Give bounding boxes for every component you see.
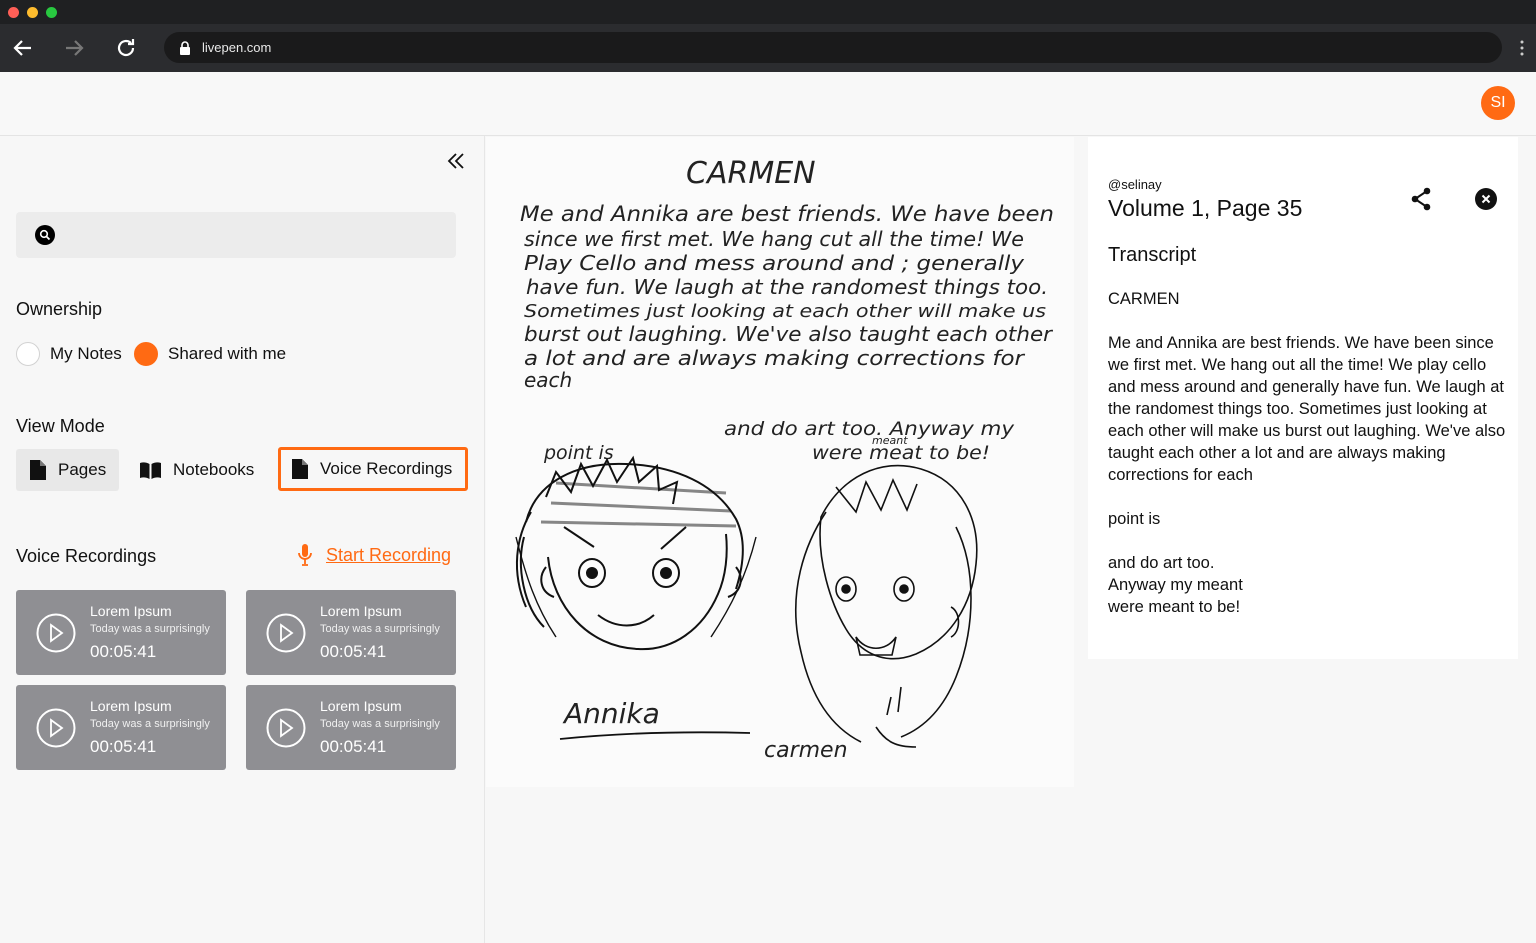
play-icon[interactable]: [36, 613, 76, 653]
sidebar: Ownership My Notes Shared with me View M…: [0, 136, 485, 943]
recording-card[interactable]: Lorem Ipsum Today was a surprisingly 00:…: [246, 685, 456, 770]
recording-snippet: Today was a surprisingly: [320, 718, 440, 730]
handwriting-point-is: point is: [543, 442, 614, 464]
note-title: Volume 1, Page 35: [1108, 195, 1303, 221]
handwriting-art-line: were meat to be!: [812, 442, 990, 464]
handwriting-line: each: [524, 368, 572, 392]
book-icon: [140, 461, 161, 479]
play-icon[interactable]: [266, 708, 306, 748]
radio-circle[interactable]: [16, 342, 40, 366]
ownership-label: Ownership: [16, 299, 103, 319]
url-text: livepen.com: [202, 40, 272, 55]
view-mode-pages-button[interactable]: Pages: [16, 449, 119, 491]
recording-card[interactable]: Lorem Ipsum Today was a surprisingly 00:…: [16, 685, 226, 770]
recording-duration: 00:05:41: [320, 642, 387, 661]
handwriting-name-carmen: carmen: [764, 738, 848, 763]
back-icon[interactable]: [11, 36, 35, 60]
close-window-button[interactable]: [8, 6, 19, 18]
browser-chrome: livepen.com: [0, 0, 1536, 72]
handwriting-line: since we first met. We hang cut all the …: [524, 227, 1024, 251]
start-recording-label: Start Recording: [326, 544, 452, 565]
transcript-heading: Transcript: [1108, 244, 1197, 266]
browser-menu-icon[interactable]: [1520, 40, 1524, 56]
lock-icon: [180, 40, 190, 55]
view-mode-notebooks-button[interactable]: Notebooks: [140, 449, 268, 491]
recording-card[interactable]: Lorem Ipsum Today was a surprisingly 00:…: [246, 590, 456, 675]
handwriting-art-line: and do art too. Anyway my: [724, 418, 1015, 440]
voice-recordings-label: Voice Recordings: [16, 546, 157, 566]
app-header: SI: [0, 72, 1536, 136]
radio-my-notes[interactable]: My Notes: [16, 342, 122, 366]
minimize-window-button[interactable]: [27, 6, 38, 18]
recording-duration: 00:05:41: [320, 737, 387, 756]
note-author: @selinay: [1108, 177, 1162, 192]
recording-title: Lorem Ipsum: [90, 603, 172, 619]
page-icon: [292, 459, 308, 479]
browser-toolbar: livepen.com: [0, 24, 1536, 72]
handwritten-page: CARMEN Me and Annika are best friends. W…: [515, 156, 1054, 763]
view-mode-voice-recordings-button[interactable]: Voice Recordings: [278, 447, 468, 491]
recording-duration: 00:05:41: [90, 642, 157, 661]
note-page-image: CARMEN Me and Annika are best friends. W…: [486, 137, 1074, 787]
annika-sketch: [515, 455, 757, 651]
recording-snippet: Today was a surprisingly: [320, 623, 440, 635]
radio-label: My Notes: [50, 344, 122, 363]
radio-label: Shared with me: [168, 344, 287, 363]
page-icon: [30, 460, 46, 480]
share-icon[interactable]: [1410, 187, 1432, 211]
handwriting-line: Play Cello and mess around and ; general…: [524, 251, 1025, 275]
recording-title: Lorem Ipsum: [320, 698, 402, 714]
forward-icon[interactable]: [62, 36, 86, 60]
radio-shared-with-me[interactable]: Shared with me: [134, 342, 286, 366]
transcript-panel: @selinay Volume 1, Page 35 Transcript CA…: [1088, 137, 1518, 659]
handwriting-line: a lot and are always making corrections …: [524, 346, 1026, 370]
start-recording-link[interactable]: Start Recording: [298, 544, 451, 566]
microphone-icon: [298, 544, 312, 566]
user-avatar[interactable]: SI: [1481, 86, 1515, 120]
handwriting-line: have fun. We laugh at the randomest thin…: [526, 275, 1048, 299]
play-icon[interactable]: [266, 613, 306, 653]
carmen-sketch: [794, 464, 978, 748]
view-mode-label-text: Pages: [58, 460, 107, 479]
recording-duration: 00:05:41: [90, 737, 157, 756]
handwriting-line: Sometimes just looking at each other wil…: [524, 301, 1046, 322]
search-input[interactable]: [16, 212, 456, 258]
recording-snippet: Today was a surprisingly: [90, 718, 210, 730]
radio-circle-selected[interactable]: [134, 342, 158, 366]
recording-title: Lorem Ipsum: [90, 698, 172, 714]
handwriting-line: burst out laughing. We've also taught ea…: [524, 322, 1054, 346]
recording-title: Lorem Ipsum: [320, 603, 402, 619]
collapse-sidebar-icon[interactable]: [446, 151, 466, 171]
handwriting-title: CARMEN: [686, 156, 816, 191]
handwriting-line: Me and Annika are best friends. We have …: [520, 202, 1054, 226]
transcript-text: CARMEN Me and Annika are best friends. W…: [1108, 290, 1506, 616]
view-mode-label-text: Voice Recordings: [320, 459, 453, 478]
maximize-window-button[interactable]: [46, 6, 57, 18]
search-icon: [35, 225, 55, 245]
recording-snippet: Today was a surprisingly: [90, 623, 210, 635]
recording-card[interactable]: Lorem Ipsum Today was a surprisingly 00:…: [16, 590, 226, 675]
window-titlebar: [0, 0, 1536, 24]
close-icon[interactable]: [1475, 188, 1497, 210]
address-bar[interactable]: livepen.com: [164, 32, 1502, 63]
play-icon[interactable]: [36, 708, 76, 748]
view-mode-label-text: Notebooks: [173, 460, 255, 479]
underline-decoration: [559, 731, 751, 740]
view-mode-label: View Mode: [16, 416, 105, 436]
reload-icon[interactable]: [114, 36, 138, 60]
handwriting-name-annika: Annika: [562, 697, 660, 730]
